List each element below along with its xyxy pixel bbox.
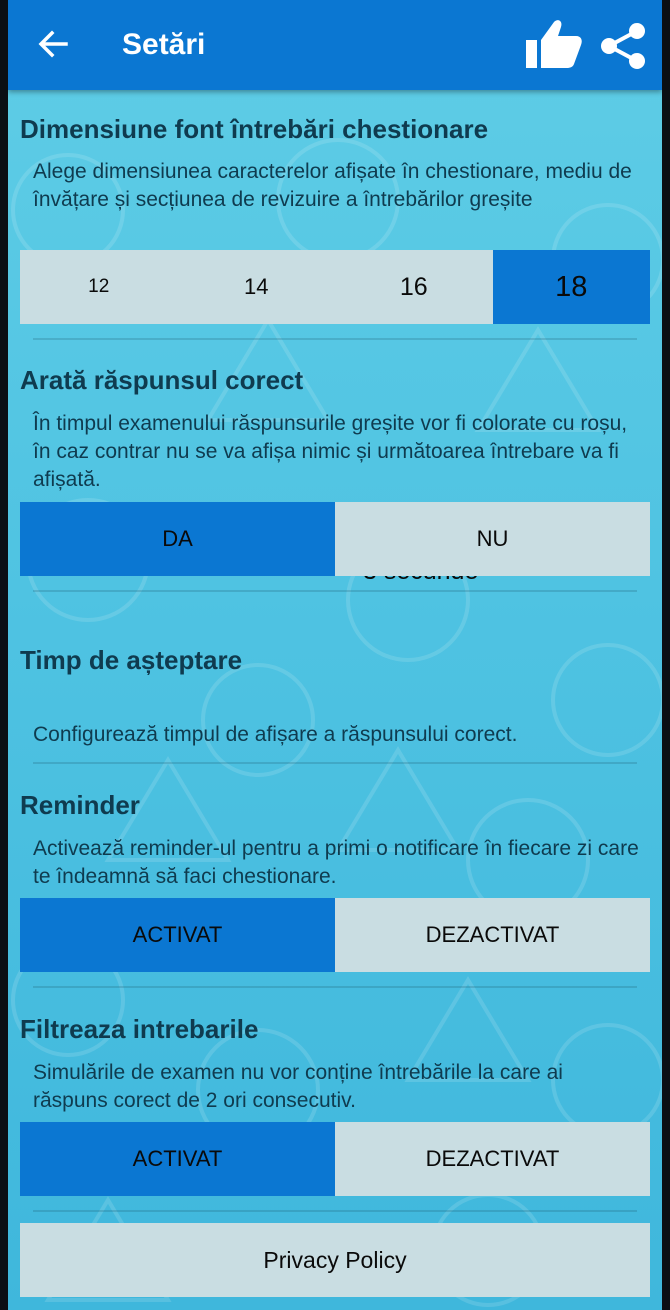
font-size-option-18[interactable]: 18	[492, 250, 650, 324]
reminder-activat-button[interactable]: ACTIVAT	[20, 898, 335, 972]
filter-activat-button[interactable]: ACTIVAT	[20, 1122, 335, 1196]
reminder-description: Activează reminder-ul pentru a primi o n…	[33, 837, 639, 888]
show-answer-toggle: DA NU	[20, 502, 650, 576]
share-icon[interactable]	[599, 22, 647, 70]
font-size-selector: 12 14 16 18	[20, 250, 650, 324]
divider	[33, 338, 637, 340]
divider	[33, 590, 637, 592]
show-answer-da-button[interactable]: DA	[20, 502, 335, 576]
thumbs-up-icon[interactable]	[524, 18, 584, 70]
font-size-option-12[interactable]: 12	[20, 250, 178, 324]
privacy-policy-button[interactable]: Privacy Policy	[20, 1223, 650, 1297]
wait-time-title: Timp de așteptare	[20, 645, 243, 675]
filter-description: Simulările de examen nu vor conține într…	[33, 1061, 563, 1112]
divider	[33, 762, 637, 764]
arrow-left-icon[interactable]	[36, 27, 70, 61]
app-bar: Setări	[8, 0, 662, 90]
page-title: Setări	[122, 28, 206, 61]
font-size-title: Dimensiune font întrebări chestionare	[20, 114, 489, 144]
show-answer-nu-button[interactable]: NU	[335, 502, 650, 576]
reminder-dezactivat-button[interactable]: DEZACTIVAT	[335, 898, 650, 972]
reminder-title: Reminder	[20, 790, 140, 820]
divider	[33, 986, 637, 988]
filter-toggle: ACTIVAT DEZACTIVAT	[20, 1122, 650, 1196]
divider	[33, 1210, 637, 1212]
show-answer-description: În timpul examenului răspunsurile greșit…	[33, 412, 628, 491]
filter-title: Filtreaza intrebarile	[20, 1014, 259, 1044]
font-size-option-14[interactable]: 14	[177, 250, 335, 324]
font-size-option-16[interactable]: 16	[335, 250, 493, 324]
app-screen: Setări Dimensiune font întrebări chestio…	[8, 0, 662, 1310]
wait-time-description: Configurează timpul de afișare a răspuns…	[33, 723, 518, 746]
reminder-toggle: ACTIVAT DEZACTIVAT	[20, 898, 650, 972]
font-size-description: Alege dimensiunea caracterelor afișate î…	[33, 160, 632, 211]
filter-dezactivat-button[interactable]: DEZACTIVAT	[335, 1122, 650, 1196]
show-answer-title: Arată răspunsul corect	[20, 365, 304, 395]
